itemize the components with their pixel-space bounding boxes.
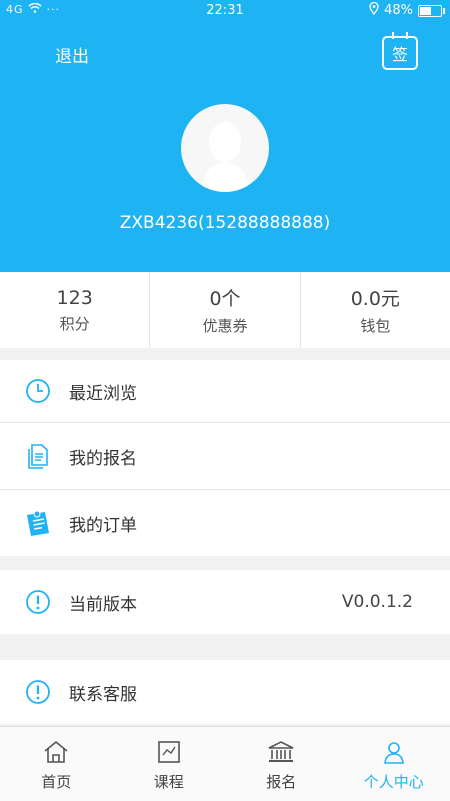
battery-percent: 48% [384, 3, 413, 18]
tab-course[interactable]: 课程 [113, 727, 226, 801]
username: ZXB4236(15288888888) [0, 213, 450, 233]
home-icon [42, 739, 70, 765]
document-icon [25, 443, 51, 469]
logout-button[interactable]: 退出 [55, 42, 89, 67]
stat-label: 积分 [60, 313, 90, 334]
stat-label: 钱包 [360, 315, 390, 336]
menu-label: 我的订单 [69, 511, 137, 536]
person-icon [382, 739, 406, 765]
menu-item-version[interactable]: 当前版本 V0.0.1.2 [0, 570, 450, 634]
location-icon [369, 2, 379, 19]
menu-label: 最近浏览 [69, 379, 137, 404]
stat-value: 123 [57, 287, 93, 309]
tab-home[interactable]: 首页 [0, 727, 113, 801]
tab-label: 报名 [266, 771, 296, 792]
battery-fill [420, 7, 431, 15]
version-value: V0.0.1.2 [342, 592, 413, 612]
profile-header: 退出 签 ZXB4236(15288888888) [0, 22, 450, 272]
info-alert-icon [25, 679, 51, 705]
tab-label: 课程 [154, 771, 184, 792]
stat-value: 0个 [209, 284, 240, 311]
menu-item-my-signup[interactable]: 我的报名 [0, 423, 450, 489]
building-icon [267, 739, 295, 765]
stats-row: 123 积分 0个 优惠券 0.0元 钱包 [0, 272, 450, 348]
menu-item-recent[interactable]: 最近浏览 [0, 360, 450, 422]
menu-label: 联系客服 [69, 680, 137, 705]
bottom-tab-bar: 首页 课程 报名 个人中心 [0, 726, 450, 801]
course-icon [157, 739, 181, 765]
menu-item-contact[interactable]: 联系客服 [0, 660, 450, 724]
status-right: 48% [369, 2, 442, 19]
tab-label: 首页 [41, 771, 71, 792]
stat-coupons[interactable]: 0个 优惠券 [150, 272, 300, 348]
menu-item-my-orders[interactable]: 我的订单 [0, 490, 450, 556]
default-avatar-icon [181, 104, 269, 192]
stat-label: 优惠券 [202, 315, 247, 336]
stat-value: 0.0元 [351, 284, 400, 311]
sign-in-calendar-button[interactable]: 签 [382, 36, 418, 70]
tab-signup[interactable]: 报名 [225, 727, 338, 801]
avatar[interactable] [181, 104, 269, 192]
battery-icon [418, 5, 442, 17]
menu-label: 当前版本 [69, 590, 137, 615]
stat-wallet[interactable]: 0.0元 钱包 [301, 272, 450, 348]
clock-icon [25, 378, 51, 404]
clipboard-icon [25, 510, 51, 536]
stat-points[interactable]: 123 积分 [0, 272, 150, 348]
status-bar: 4G ··· 22:31 48% [0, 0, 450, 22]
info-alert-icon [25, 589, 51, 615]
tab-profile[interactable]: 个人中心 [338, 727, 450, 801]
menu-label: 我的报名 [69, 444, 137, 469]
sign-label: 签 [392, 41, 408, 65]
tab-label: 个人中心 [364, 771, 424, 792]
